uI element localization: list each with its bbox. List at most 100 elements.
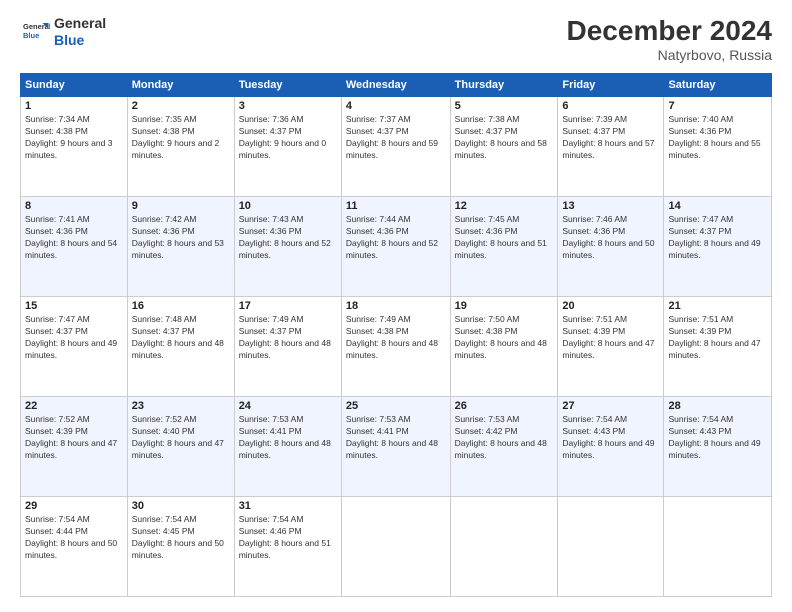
day-number: 16 <box>132 300 230 312</box>
calendar-cell: 28 Sunrise: 7:54 AM Sunset: 4:43 PM Dayl… <box>664 397 772 497</box>
day-info: Sunrise: 7:42 AM Sunset: 4:36 PM Dayligh… <box>132 214 230 262</box>
calendar-week-3: 15 Sunrise: 7:47 AM Sunset: 4:37 PM Dayl… <box>21 297 772 397</box>
day-number: 9 <box>132 200 230 212</box>
day-info: Sunrise: 7:49 AM Sunset: 4:38 PM Dayligh… <box>346 314 446 362</box>
calendar-header-wednesday: Wednesday <box>341 74 450 97</box>
day-info: Sunrise: 7:35 AM Sunset: 4:38 PM Dayligh… <box>132 114 230 162</box>
calendar-cell: 8 Sunrise: 7:41 AM Sunset: 4:36 PM Dayli… <box>21 197 128 297</box>
calendar-week-5: 29 Sunrise: 7:54 AM Sunset: 4:44 PM Dayl… <box>21 497 772 597</box>
day-info: Sunrise: 7:52 AM Sunset: 4:39 PM Dayligh… <box>25 414 123 462</box>
day-number: 4 <box>346 100 446 112</box>
calendar-cell: 29 Sunrise: 7:54 AM Sunset: 4:44 PM Dayl… <box>21 497 128 597</box>
calendar-week-4: 22 Sunrise: 7:52 AM Sunset: 4:39 PM Dayl… <box>21 397 772 497</box>
day-number: 23 <box>132 400 230 412</box>
calendar-cell: 17 Sunrise: 7:49 AM Sunset: 4:37 PM Dayl… <box>234 297 341 397</box>
calendar-cell: 22 Sunrise: 7:52 AM Sunset: 4:39 PM Dayl… <box>21 397 128 497</box>
calendar-cell: 24 Sunrise: 7:53 AM Sunset: 4:41 PM Dayl… <box>234 397 341 497</box>
day-info: Sunrise: 7:54 AM Sunset: 4:46 PM Dayligh… <box>239 514 337 562</box>
calendar-cell: 5 Sunrise: 7:38 AM Sunset: 4:37 PM Dayli… <box>450 97 558 197</box>
calendar-cell: 7 Sunrise: 7:40 AM Sunset: 4:36 PM Dayli… <box>664 97 772 197</box>
page: General Blue General Blue December 2024 … <box>0 0 792 612</box>
calendar-cell: 10 Sunrise: 7:43 AM Sunset: 4:36 PM Dayl… <box>234 197 341 297</box>
calendar-cell: 18 Sunrise: 7:49 AM Sunset: 4:38 PM Dayl… <box>341 297 450 397</box>
calendar-header-sunday: Sunday <box>21 74 128 97</box>
calendar-cell: 9 Sunrise: 7:42 AM Sunset: 4:36 PM Dayli… <box>127 197 234 297</box>
day-info: Sunrise: 7:45 AM Sunset: 4:36 PM Dayligh… <box>455 214 554 262</box>
calendar-cell: 3 Sunrise: 7:36 AM Sunset: 4:37 PM Dayli… <box>234 97 341 197</box>
header: General Blue General Blue December 2024 … <box>20 15 772 63</box>
day-info: Sunrise: 7:37 AM Sunset: 4:37 PM Dayligh… <box>346 114 446 162</box>
calendar-week-2: 8 Sunrise: 7:41 AM Sunset: 4:36 PM Dayli… <box>21 197 772 297</box>
calendar-cell <box>558 497 664 597</box>
calendar-cell <box>341 497 450 597</box>
day-number: 22 <box>25 400 123 412</box>
day-number: 11 <box>346 200 446 212</box>
day-info: Sunrise: 7:52 AM Sunset: 4:40 PM Dayligh… <box>132 414 230 462</box>
day-info: Sunrise: 7:44 AM Sunset: 4:36 PM Dayligh… <box>346 214 446 262</box>
calendar-cell: 19 Sunrise: 7:50 AM Sunset: 4:38 PM Dayl… <box>450 297 558 397</box>
day-number: 26 <box>455 400 554 412</box>
logo: General Blue General Blue <box>20 15 106 49</box>
calendar-header-tuesday: Tuesday <box>234 74 341 97</box>
day-info: Sunrise: 7:54 AM Sunset: 4:43 PM Dayligh… <box>668 414 767 462</box>
calendar-cell: 16 Sunrise: 7:48 AM Sunset: 4:37 PM Dayl… <box>127 297 234 397</box>
day-info: Sunrise: 7:40 AM Sunset: 4:36 PM Dayligh… <box>668 114 767 162</box>
calendar-cell <box>664 497 772 597</box>
calendar-cell: 1 Sunrise: 7:34 AM Sunset: 4:38 PM Dayli… <box>21 97 128 197</box>
day-number: 20 <box>562 300 659 312</box>
calendar-cell: 20 Sunrise: 7:51 AM Sunset: 4:39 PM Dayl… <box>558 297 664 397</box>
calendar-cell: 14 Sunrise: 7:47 AM Sunset: 4:37 PM Dayl… <box>664 197 772 297</box>
calendar-cell: 11 Sunrise: 7:44 AM Sunset: 4:36 PM Dayl… <box>341 197 450 297</box>
calendar-header-friday: Friday <box>558 74 664 97</box>
logo-line2: Blue <box>54 32 106 49</box>
title-section: December 2024 Natyrbovo, Russia <box>567 15 772 63</box>
day-info: Sunrise: 7:53 AM Sunset: 4:42 PM Dayligh… <box>455 414 554 462</box>
calendar-cell: 26 Sunrise: 7:53 AM Sunset: 4:42 PM Dayl… <box>450 397 558 497</box>
day-info: Sunrise: 7:51 AM Sunset: 4:39 PM Dayligh… <box>562 314 659 362</box>
calendar-week-1: 1 Sunrise: 7:34 AM Sunset: 4:38 PM Dayli… <box>21 97 772 197</box>
day-number: 13 <box>562 200 659 212</box>
calendar-title: December 2024 <box>567 15 772 47</box>
day-number: 18 <box>346 300 446 312</box>
day-info: Sunrise: 7:41 AM Sunset: 4:36 PM Dayligh… <box>25 214 123 262</box>
day-number: 15 <box>25 300 123 312</box>
day-number: 14 <box>668 200 767 212</box>
calendar-header-thursday: Thursday <box>450 74 558 97</box>
day-number: 30 <box>132 500 230 512</box>
calendar-cell: 30 Sunrise: 7:54 AM Sunset: 4:45 PM Dayl… <box>127 497 234 597</box>
day-number: 6 <box>562 100 659 112</box>
day-info: Sunrise: 7:49 AM Sunset: 4:37 PM Dayligh… <box>239 314 337 362</box>
day-number: 25 <box>346 400 446 412</box>
calendar-header-saturday: Saturday <box>664 74 772 97</box>
day-info: Sunrise: 7:50 AM Sunset: 4:38 PM Dayligh… <box>455 314 554 362</box>
day-number: 12 <box>455 200 554 212</box>
day-info: Sunrise: 7:54 AM Sunset: 4:44 PM Dayligh… <box>25 514 123 562</box>
svg-text:Blue: Blue <box>23 31 39 40</box>
day-info: Sunrise: 7:51 AM Sunset: 4:39 PM Dayligh… <box>668 314 767 362</box>
day-number: 5 <box>455 100 554 112</box>
day-number: 31 <box>239 500 337 512</box>
day-info: Sunrise: 7:47 AM Sunset: 4:37 PM Dayligh… <box>668 214 767 262</box>
day-info: Sunrise: 7:47 AM Sunset: 4:37 PM Dayligh… <box>25 314 123 362</box>
day-info: Sunrise: 7:54 AM Sunset: 4:45 PM Dayligh… <box>132 514 230 562</box>
day-number: 7 <box>668 100 767 112</box>
calendar-cell: 12 Sunrise: 7:45 AM Sunset: 4:36 PM Dayl… <box>450 197 558 297</box>
calendar-cell: 13 Sunrise: 7:46 AM Sunset: 4:36 PM Dayl… <box>558 197 664 297</box>
day-number: 17 <box>239 300 337 312</box>
calendar-cell: 27 Sunrise: 7:54 AM Sunset: 4:43 PM Dayl… <box>558 397 664 497</box>
day-info: Sunrise: 7:34 AM Sunset: 4:38 PM Dayligh… <box>25 114 123 162</box>
day-info: Sunrise: 7:43 AM Sunset: 4:36 PM Dayligh… <box>239 214 337 262</box>
calendar-cell: 21 Sunrise: 7:51 AM Sunset: 4:39 PM Dayl… <box>664 297 772 397</box>
calendar-subtitle: Natyrbovo, Russia <box>567 47 772 63</box>
day-number: 28 <box>668 400 767 412</box>
calendar-cell: 4 Sunrise: 7:37 AM Sunset: 4:37 PM Dayli… <box>341 97 450 197</box>
day-number: 1 <box>25 100 123 112</box>
calendar-cell: 23 Sunrise: 7:52 AM Sunset: 4:40 PM Dayl… <box>127 397 234 497</box>
calendar-header-monday: Monday <box>127 74 234 97</box>
calendar-cell <box>450 497 558 597</box>
calendar-cell: 2 Sunrise: 7:35 AM Sunset: 4:38 PM Dayli… <box>127 97 234 197</box>
day-number: 21 <box>668 300 767 312</box>
day-info: Sunrise: 7:38 AM Sunset: 4:37 PM Dayligh… <box>455 114 554 162</box>
day-number: 29 <box>25 500 123 512</box>
day-info: Sunrise: 7:48 AM Sunset: 4:37 PM Dayligh… <box>132 314 230 362</box>
